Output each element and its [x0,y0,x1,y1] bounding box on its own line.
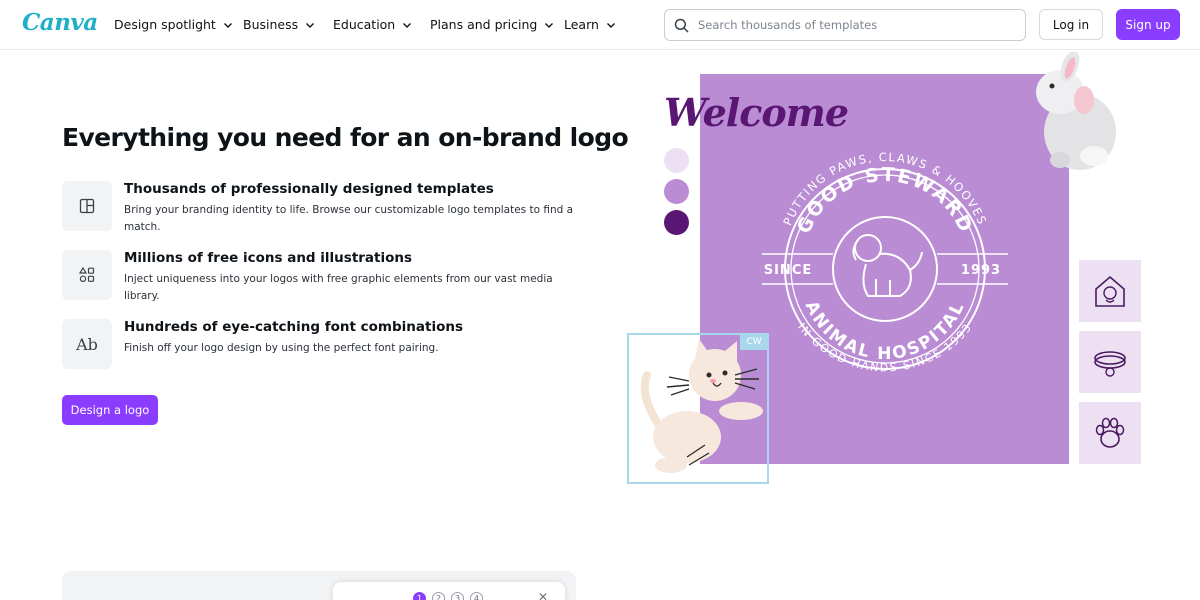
feature-item-templates: Thousands of professionally designed tem… [62,181,582,237]
font-ab-icon: Ab [62,319,112,369]
search-icon [674,18,689,32]
mini-editor-window: 1 2 3 4 ✕ [333,582,565,600]
nav-label: Plans and pricing [430,17,538,32]
nav-plans-pricing[interactable]: Plans and pricing [430,17,554,32]
collaborator-tag: CW [740,334,768,350]
feature-item-icons: Millions of free icons and illustrations… [62,250,582,306]
nav-learn[interactable]: Learn [564,17,616,32]
badge-since: SINCE [764,263,813,278]
nav-label: Education [333,17,396,32]
canva-logo[interactable]: Canva [22,9,98,36]
search-bar[interactable] [664,9,1026,41]
feature-icon-box [62,250,112,300]
color-swatch-dark [664,210,689,235]
nav-label: Learn [564,17,599,32]
signup-button[interactable]: Sign up [1116,9,1180,40]
feature-title: Hundreds of eye-catching font combinatio… [124,319,464,335]
nav-design-spotlight[interactable]: Design spotlight [114,17,233,32]
color-swatch-mid [664,179,689,204]
feature-title: Thousands of professionally designed tem… [124,181,494,197]
feature-description: Finish off your logo design by using the… [124,342,439,354]
bunny-illustration [1036,52,1116,170]
search-input[interactable] [698,18,998,32]
side-card-house [1079,260,1141,322]
page-title: Everything you need for an on-brand logo [62,123,629,152]
chevron-down-icon [223,22,232,28]
step-indicator-4[interactable]: 4 [470,592,483,600]
feature-item-fonts: Ab Hundreds of eye-catching font combina… [62,319,582,375]
design-logo-button[interactable]: Design a logo [62,395,158,425]
shapes-icon [78,266,95,283]
chevron-down-icon [606,22,615,28]
nav-label: Design spotlight [114,17,216,32]
welcome-heading: Welcome [664,90,849,135]
feature-description: Bring your branding identity to life. Br… [124,204,574,233]
pet-collar-icon [1094,351,1126,377]
feature-description: Inject uniqueness into your logos with f… [124,273,553,302]
chevron-down-icon [403,22,412,28]
nav-business[interactable]: Business [243,17,315,32]
template-layout-icon [79,198,95,214]
color-swatch-light [664,148,689,173]
close-icon[interactable]: ✕ [538,590,548,600]
side-card-paw [1079,402,1141,464]
paw-icon [1095,417,1125,448]
font-ab-glyph: Ab [76,334,98,354]
selected-cat-element[interactable] [627,333,769,484]
nav-label: Business [243,17,299,32]
login-button[interactable]: Log in [1039,9,1103,40]
top-nav: Canva Design spotlight Business Educatio… [0,0,1200,50]
badge-year: 1993 [961,263,1001,278]
chevron-down-icon [306,22,315,28]
dog-cat-silhouette-icon [852,234,923,297]
chevron-down-icon [545,22,554,28]
house-pet-icon [1095,275,1125,307]
feature-title: Millions of free icons and illustrations [124,250,413,266]
nav-education[interactable]: Education [333,17,412,32]
feature-icon-box [62,181,112,231]
cat-illustration [640,339,763,473]
step-indicator-2[interactable]: 2 [432,592,445,600]
side-card-collar [1079,331,1141,393]
step-indicator-1[interactable]: 1 [413,592,426,600]
badge-top-arc: PUTTING PAWS, CLAWS & HOOVES [780,150,989,228]
step-indicator-3[interactable]: 3 [451,592,464,600]
